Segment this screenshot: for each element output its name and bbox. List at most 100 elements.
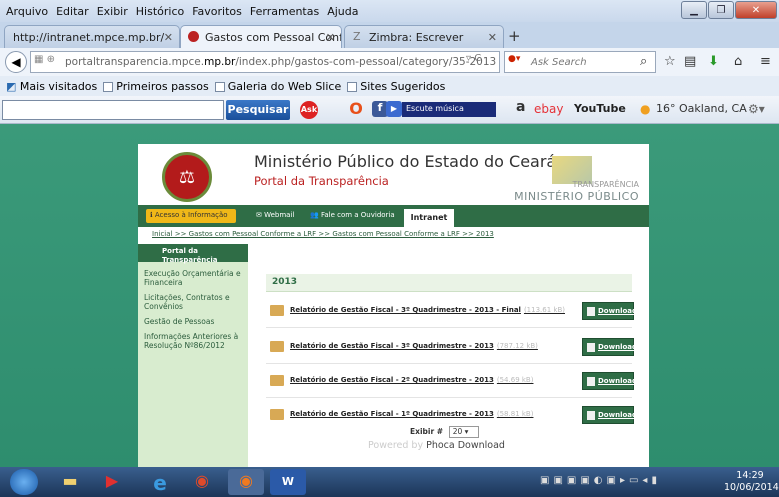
mp-seal-logo[interactable]: ⚖ [162, 152, 212, 202]
word-icon[interactable]: W [270, 469, 306, 495]
minimize-button[interactable]: ▁ [681, 1, 707, 19]
file-icon [587, 411, 595, 420]
close-tab-icon[interactable]: ✕ [326, 31, 335, 44]
menu-bar: Arquivo Editar Exibir Histórico Favorito… [0, 0, 779, 22]
menu-ajuda[interactable]: Ajuda [327, 5, 358, 18]
pagination: Exibir # 20 ▾ [410, 426, 479, 438]
menu-favoritos[interactable]: Favoritos [192, 5, 242, 18]
toolbar-search-input[interactable] [2, 100, 224, 120]
tab-intranet[interactable]: http://intranet.mpce.mp.br/ ✕ [4, 25, 180, 48]
magnifier-icon[interactable]: ⌕ [640, 54, 647, 69]
opera-icon[interactable]: O [348, 99, 364, 118]
page-icon [214, 81, 225, 92]
ouvidoria-link[interactable]: 👥 Fale com a Ouvidoria [310, 211, 395, 219]
file-explorer-icon[interactable]: ▬ [52, 469, 88, 495]
folder-icon [270, 409, 284, 420]
youtube-link[interactable]: YouTube [574, 102, 626, 115]
star-icon[interactable]: ☆ [664, 54, 676, 69]
amazon-icon[interactable]: a [516, 99, 525, 115]
site-favicon-icon [188, 31, 199, 42]
bookmarks-icon[interactable]: ▤ [684, 54, 696, 69]
taskbar: ▬ ▶ e ◉ ◉ W ▣▣▣▣◐▣▸▭◂▮ 14:29 10/06/2014 [0, 467, 779, 497]
close-tab-icon[interactable]: ✕ [488, 31, 497, 44]
bookmark-mais-visitados[interactable]: ◩ Mais visitados [6, 80, 97, 93]
folder-icon [270, 375, 284, 386]
document-link[interactable]: Relatório de Gestão Fiscal - 2º Quadrime… [290, 376, 533, 384]
folder-icon [270, 305, 284, 316]
ask-engine-icon[interactable]: ●▾ [508, 54, 520, 64]
site-header: ⚖ Ministério Público do Estado do Ceará … [138, 144, 649, 205]
menu-historico[interactable]: Histórico [136, 5, 184, 18]
logo-ministerio: MINISTÉRIO PÚBLICO [514, 190, 639, 203]
download-button[interactable]: Download [582, 302, 637, 320]
webmail-label: Webmail [264, 211, 295, 219]
pager-label: Exibir # [410, 427, 444, 436]
sidebar-item-execucao[interactable]: Execução Orçamentária e Financeira [138, 266, 248, 290]
breadcrumb[interactable]: Inicial >> Gastos com Pessoal Conforme a… [152, 230, 494, 238]
document-link[interactable]: Relatório de Gestão Fiscal - 3º Quadrime… [290, 306, 565, 314]
sidebar-item-informacoes[interactable]: Informações Anteriores à Resolução Nº86/… [138, 329, 248, 353]
tab-gastos[interactable]: Gastos com Pessoal Confor... ✕ [180, 25, 342, 48]
close-button[interactable]: ✕ [735, 1, 777, 19]
download-button[interactable]: Download [582, 372, 638, 390]
document-size: (58.81 kB) [496, 410, 534, 418]
bookmark-galeria[interactable]: Galeria do Web Slice [214, 80, 341, 93]
firefox-icon[interactable]: ◉ [228, 469, 264, 495]
tab-label: Gastos com Pessoal Confor... [205, 31, 342, 44]
play-icon[interactable]: ▶ [386, 101, 402, 117]
download-button[interactable]: Download [582, 406, 637, 424]
music-search-box[interactable]: Escute música [402, 102, 496, 117]
file-icon [587, 377, 595, 386]
ask-logo-icon[interactable]: Ask [300, 101, 318, 119]
items-per-page-select[interactable]: 20 ▾ [448, 426, 479, 438]
download-button[interactable]: Download [582, 338, 637, 356]
chrome-icon[interactable]: ◉ [184, 469, 220, 495]
menu-editar[interactable]: Editar [56, 5, 89, 18]
intranet-tab[interactable]: Intranet [404, 209, 454, 227]
ebay-link[interactable]: ebay [534, 102, 563, 116]
document-link[interactable]: Relatório de Gestão Fiscal - 3º Quadrime… [290, 342, 538, 350]
sidebar-item-gestao[interactable]: Gestão de Pessoas [138, 314, 248, 329]
site-identity-icon[interactable]: ▦ ⊕ [34, 54, 55, 65]
search-input[interactable]: Ask Search [504, 51, 656, 73]
document-row: Relatório de Gestão Fiscal - 3º Quadrime… [266, 296, 637, 328]
webmail-link[interactable]: ✉ Webmail [256, 211, 294, 219]
tab-zimbra[interactable]: Z Zimbra: Escrever ✕ [344, 25, 504, 48]
tab-bar: http://intranet.mpce.mp.br/ ✕ Gastos com… [0, 22, 779, 48]
menu-icon[interactable]: ≡ [760, 54, 771, 69]
menu-exibir[interactable]: Exibir [97, 5, 128, 18]
download-label: Download [598, 377, 638, 385]
home-icon[interactable]: ⌂ [734, 54, 742, 69]
bookmark-primeiros-passos[interactable]: Primeiros passos [103, 80, 209, 93]
url-bar[interactable]: portaltransparencia.mpce.mp.br/index.php… [30, 51, 500, 73]
search-placeholder: Ask Search [531, 57, 587, 68]
zimbra-icon: Z [353, 30, 361, 43]
weather-text[interactable]: 16° Oakland, CA [656, 102, 747, 115]
settings-icon[interactable]: ⚙▾ [748, 102, 765, 116]
reload-icon[interactable]: ▿ C [466, 53, 481, 64]
close-tab-icon[interactable]: ✕ [164, 31, 173, 44]
document-size: (113.61 kB) [523, 306, 565, 314]
start-button[interactable] [10, 469, 38, 495]
sidebar-item-licitacoes[interactable]: Licitações, Contratos e Convênios [138, 290, 248, 314]
download-arrow-icon[interactable]: ⬇ [708, 54, 719, 69]
document-link[interactable]: Relatório de Gestão Fiscal - 1º Quadrime… [290, 410, 533, 418]
acesso-informacao-button[interactable]: ℹ Acesso à Informação [146, 209, 236, 223]
clock-time: 14:29 [736, 470, 764, 481]
pesquisar-button[interactable]: Pesquisar [226, 100, 290, 120]
internet-explorer-icon[interactable]: e [142, 469, 178, 495]
phoca-link[interactable]: Phoca Download [426, 440, 505, 451]
web-content: ⚖ Ministério Público do Estado do Ceará … [0, 124, 779, 467]
new-tab-icon[interactable]: + [508, 27, 521, 45]
weather-icon: ● [640, 102, 651, 116]
menu-arquivo[interactable]: Arquivo [6, 5, 48, 18]
url-domain: mp.br [204, 56, 236, 68]
document-title: Relatório de Gestão Fiscal - 2º Quadrime… [290, 376, 494, 384]
menu-ferramentas[interactable]: Ferramentas [250, 5, 319, 18]
clock[interactable]: 14:29 10/06/2014 [724, 470, 779, 494]
system-tray[interactable]: ▣▣▣▣◐▣▸▭◂▮ [540, 475, 661, 486]
media-player-icon[interactable]: ▶ [94, 469, 130, 495]
bookmark-sites-sugeridos[interactable]: Sites Sugeridos [347, 80, 445, 93]
maximize-button[interactable]: ❐ [708, 1, 734, 19]
back-icon[interactable]: ◀ [5, 51, 27, 73]
